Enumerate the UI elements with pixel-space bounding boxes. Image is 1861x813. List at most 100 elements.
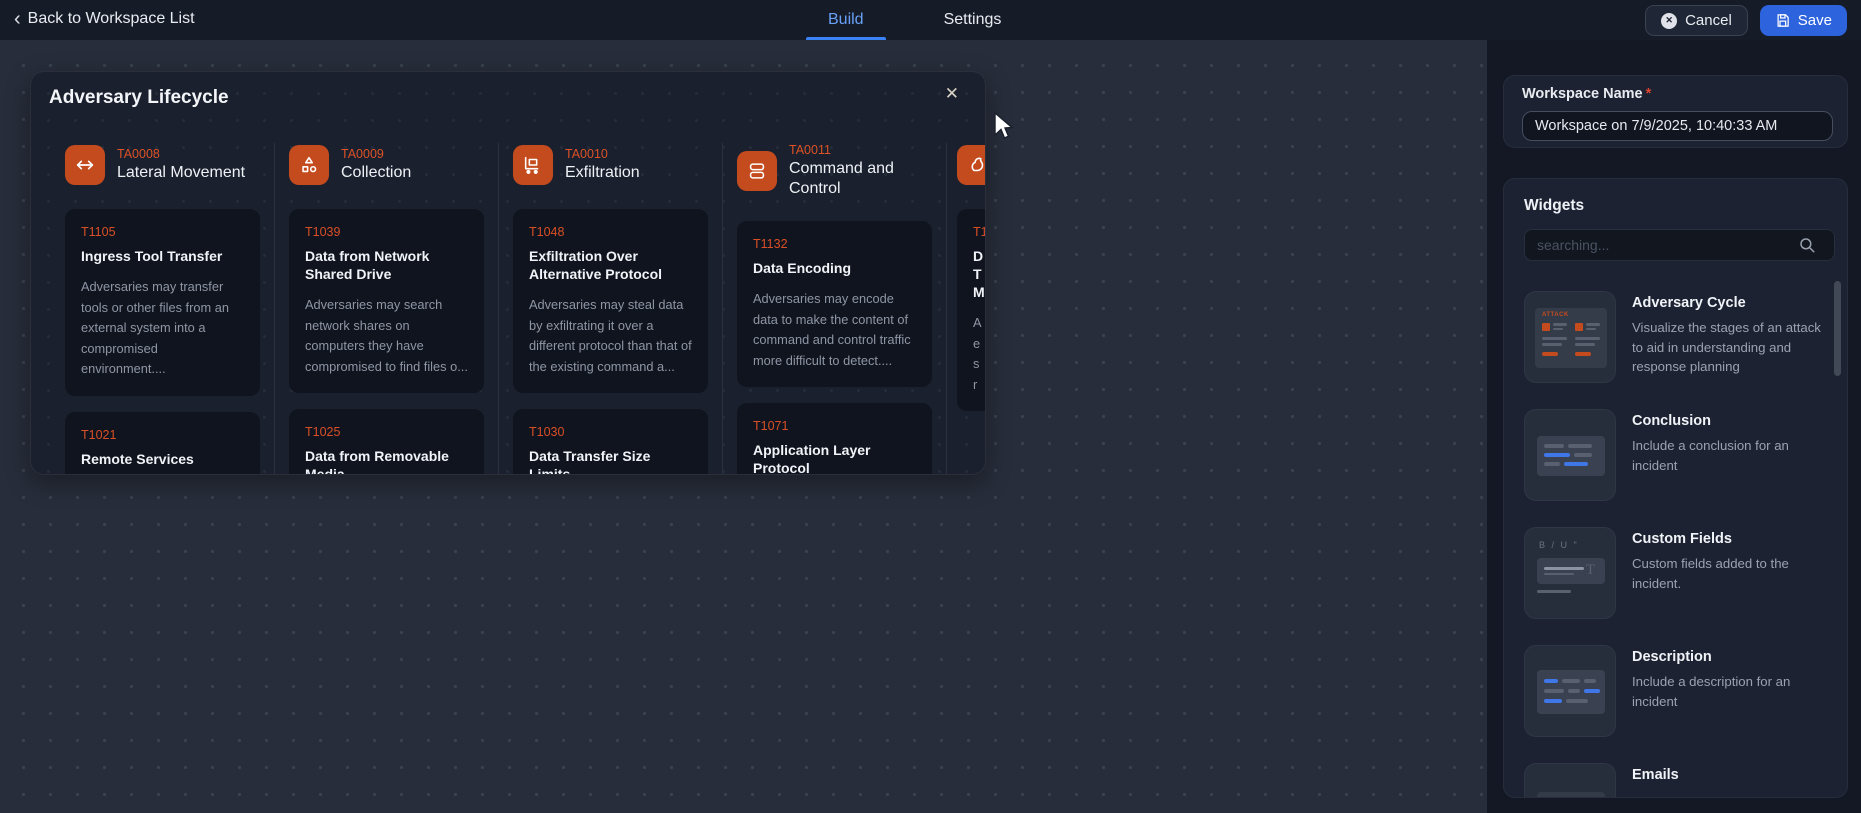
technique-title: Exfiltration Over Alternative Protocol [529,248,663,282]
technique-id: T1025 [305,425,341,439]
clipped-tactic-icon [957,145,985,185]
tactic-header: TA0008 Lateral Movement [65,143,260,187]
technique-card[interactable]: T1021 Remote Services Adversaries may us… [65,411,260,474]
mouse-cursor [994,112,1014,139]
tactic-header [957,143,985,187]
technique-card[interactable]: T1030 Data Transfer Size Limits [513,409,708,475]
technique-title: Data from Removable Media [305,448,449,475]
back-link[interactable]: ‹ Back to Workspace List [14,8,195,30]
close-icon[interactable]: ✕ [945,84,959,104]
adversary-cycle-thumbnail: ATTACK [1524,291,1616,383]
technique-id: T1039 [305,225,341,239]
save-icon [1777,14,1789,27]
tactic-name: Command and Control [789,160,894,197]
technique-title: Remote Services [81,450,194,467]
tab-bar: Build Settings [800,0,1029,40]
technique-title: Ingress Tool Transfer [81,248,223,264]
tactic-header: TA0011 Command and Control [737,143,932,199]
adversary-lifecycle-widget[interactable]: Adversary Lifecycle ✕ TA0008 Lateral Mov… [30,71,986,475]
widgets-heading: Widgets [1524,197,1585,214]
tactic-id: TA0009 [341,147,384,161]
required-asterisk: * [1645,86,1652,102]
custom-fields-thumbnail: B / U " T [1524,527,1616,619]
widget-list: ATTACK Adversary Cycle Visualize the sta… [1524,291,1827,797]
tab-settings[interactable]: Settings [916,0,1030,40]
widget-item-adversary-cycle[interactable]: ATTACK Adversary Cycle Visualize the sta… [1524,291,1827,383]
technique-card[interactable]: T1 D T M A e s r [957,209,985,411]
topbar-actions: ✕ Cancel Save [1645,5,1847,36]
cancel-label: Cancel [1685,12,1732,29]
settings-sidebar: Workspace Name* Widgets ATTACK [1487,40,1861,813]
widget-title: Description [1632,649,1712,665]
technique-card[interactable]: T1105 Ingress Tool Transfer Adversaries … [65,209,260,396]
tactic-name: Collection [341,164,412,181]
description-thumbnail [1524,645,1616,737]
widget-item-description[interactable]: Description Include a description for an… [1524,645,1827,737]
tactic-id: TA0010 [565,147,608,161]
tactic-column-command-and-control: TA0011 Command and Control T1132 Data En… [723,143,947,474]
technique-title: Data Transfer Size Limits [529,448,651,475]
technique-card[interactable]: T1132 Data Encoding Adversaries may enco… [737,221,932,387]
widget-desc: Visualize the stages of an attack to aid… [1632,320,1821,374]
technique-id: T1105 [81,225,116,239]
emails-thumbnail [1524,763,1616,797]
top-bar: ‹ Back to Workspace List Build Settings … [0,0,1861,40]
search-icon [1800,238,1815,253]
widget-item-custom-fields[interactable]: B / U " T Custom Fields Custom fields ad… [1524,527,1827,619]
technique-id: T1030 [529,425,565,439]
technique-id: T1071 [753,419,789,433]
cancel-x-icon: ✕ [1661,12,1678,29]
tactic-name: Lateral Movement [117,164,246,181]
widget-title: Adversary Cycle [1632,295,1746,311]
cancel-button[interactable]: ✕ Cancel [1645,5,1748,36]
technique-card[interactable]: T1025 Data from Removable Media [289,409,484,475]
technique-card[interactable]: T1071 Application Layer Protocol [737,403,932,475]
save-button[interactable]: Save [1759,5,1847,36]
tactic-column-exfiltration: TA0010 Exfiltration T1048 Exfiltration O… [499,143,723,474]
technique-desc: Adversaries may search network shares on… [305,297,468,374]
widget-search-input[interactable] [1524,229,1835,261]
workspace-name-label: Workspace Name * [1522,86,1652,102]
technique-title: Data Encoding [753,260,852,276]
technique-id: T1 [973,225,985,239]
tactic-id: TA0011 [789,143,831,157]
widget-title: Adversary Lifecycle [49,87,229,108]
chevron-left-icon: ‹ [14,8,21,30]
builder-canvas[interactable]: Adversary Lifecycle ✕ TA0008 Lateral Mov… [0,40,1487,813]
tab-build[interactable]: Build [800,0,892,40]
technique-desc: Adversaries may steal data by exfiltrati… [529,297,692,374]
tactic-header: TA0010 Exfiltration [513,143,708,187]
tactic-id: TA0008 [117,147,160,161]
tactic-column-clipped: T1 D T M A e s r [947,143,985,474]
conclusion-thumbnail [1524,409,1616,501]
technique-card[interactable]: T1048 Exfiltration Over Alternative Prot… [513,209,708,393]
widget-title: Conclusion [1632,413,1711,429]
widget-desc: Custom fields added to the incident. [1632,556,1789,591]
technique-desc: Adversaries may transfer tools or other … [81,279,229,376]
tactic-columns: TA0008 Lateral Movement T1105 Ingress To… [65,143,985,474]
exfiltration-icon [513,145,553,185]
tactic-name: Exfiltration [565,164,640,181]
technique-card[interactable]: T1039 Data from Network Shared Drive Adv… [289,209,484,393]
workspace-name-box: Workspace Name * [1503,75,1848,148]
technique-title: Data from Network Shared Drive [305,248,430,282]
tactic-header: TA0009 Collection [289,143,484,187]
command-and-control-icon [737,151,777,191]
widget-item-conclusion[interactable]: Conclusion Include a conclusion for an i… [1524,409,1827,501]
scrollbar-thumb[interactable] [1834,281,1841,376]
tactic-column-lateral-movement: TA0008 Lateral Movement T1105 Ingress To… [65,143,275,474]
technique-desc: Adversaries may encode data to make the … [753,291,911,368]
widget-title: Custom Fields [1632,531,1732,547]
widget-title: Emails [1632,767,1679,783]
collection-icon [289,145,329,185]
lateral-movement-icon [65,145,105,185]
widget-list-scrollbar[interactable] [1834,279,1841,759]
technique-id: T1048 [529,225,565,239]
widget-item-emails[interactable]: Emails [1524,763,1827,797]
back-link-label: Back to Workspace List [27,10,195,27]
tactic-column-collection: TA0009 Collection T1039 Data from Networ… [275,143,499,474]
widgets-box: Widgets ATTACK [1503,178,1848,798]
save-label: Save [1797,12,1832,29]
workspace-name-input[interactable] [1522,111,1833,141]
technique-title: Application Layer Protocol [753,442,871,475]
